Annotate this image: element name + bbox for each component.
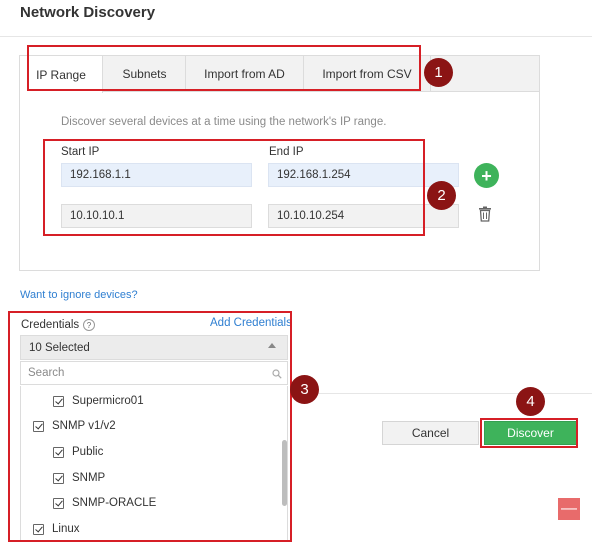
ignore-devices-link[interactable]: Want to ignore devices? (20, 289, 138, 301)
add-ip-range-button[interactable]: + (474, 163, 499, 188)
ip-range-description: Discover several devices at a time using… (61, 116, 387, 128)
minimize-button[interactable]: — (558, 498, 580, 520)
annotation-badge: 3 (290, 375, 319, 404)
cancel-button[interactable]: Cancel (382, 421, 479, 445)
action-divider (293, 393, 592, 394)
annotation-box-ip-range (43, 139, 425, 236)
page-title: Network Discovery (20, 4, 156, 21)
annotation-box-tabs (27, 45, 421, 91)
annotation-box-credentials (8, 311, 292, 542)
annotation-badge: 4 (516, 387, 545, 416)
annotation-box-discover (480, 418, 578, 448)
annotation-badge: 1 (424, 58, 453, 87)
annotation-badge: 2 (427, 181, 456, 210)
trash-icon[interactable] (478, 206, 492, 222)
title-divider (0, 36, 592, 37)
